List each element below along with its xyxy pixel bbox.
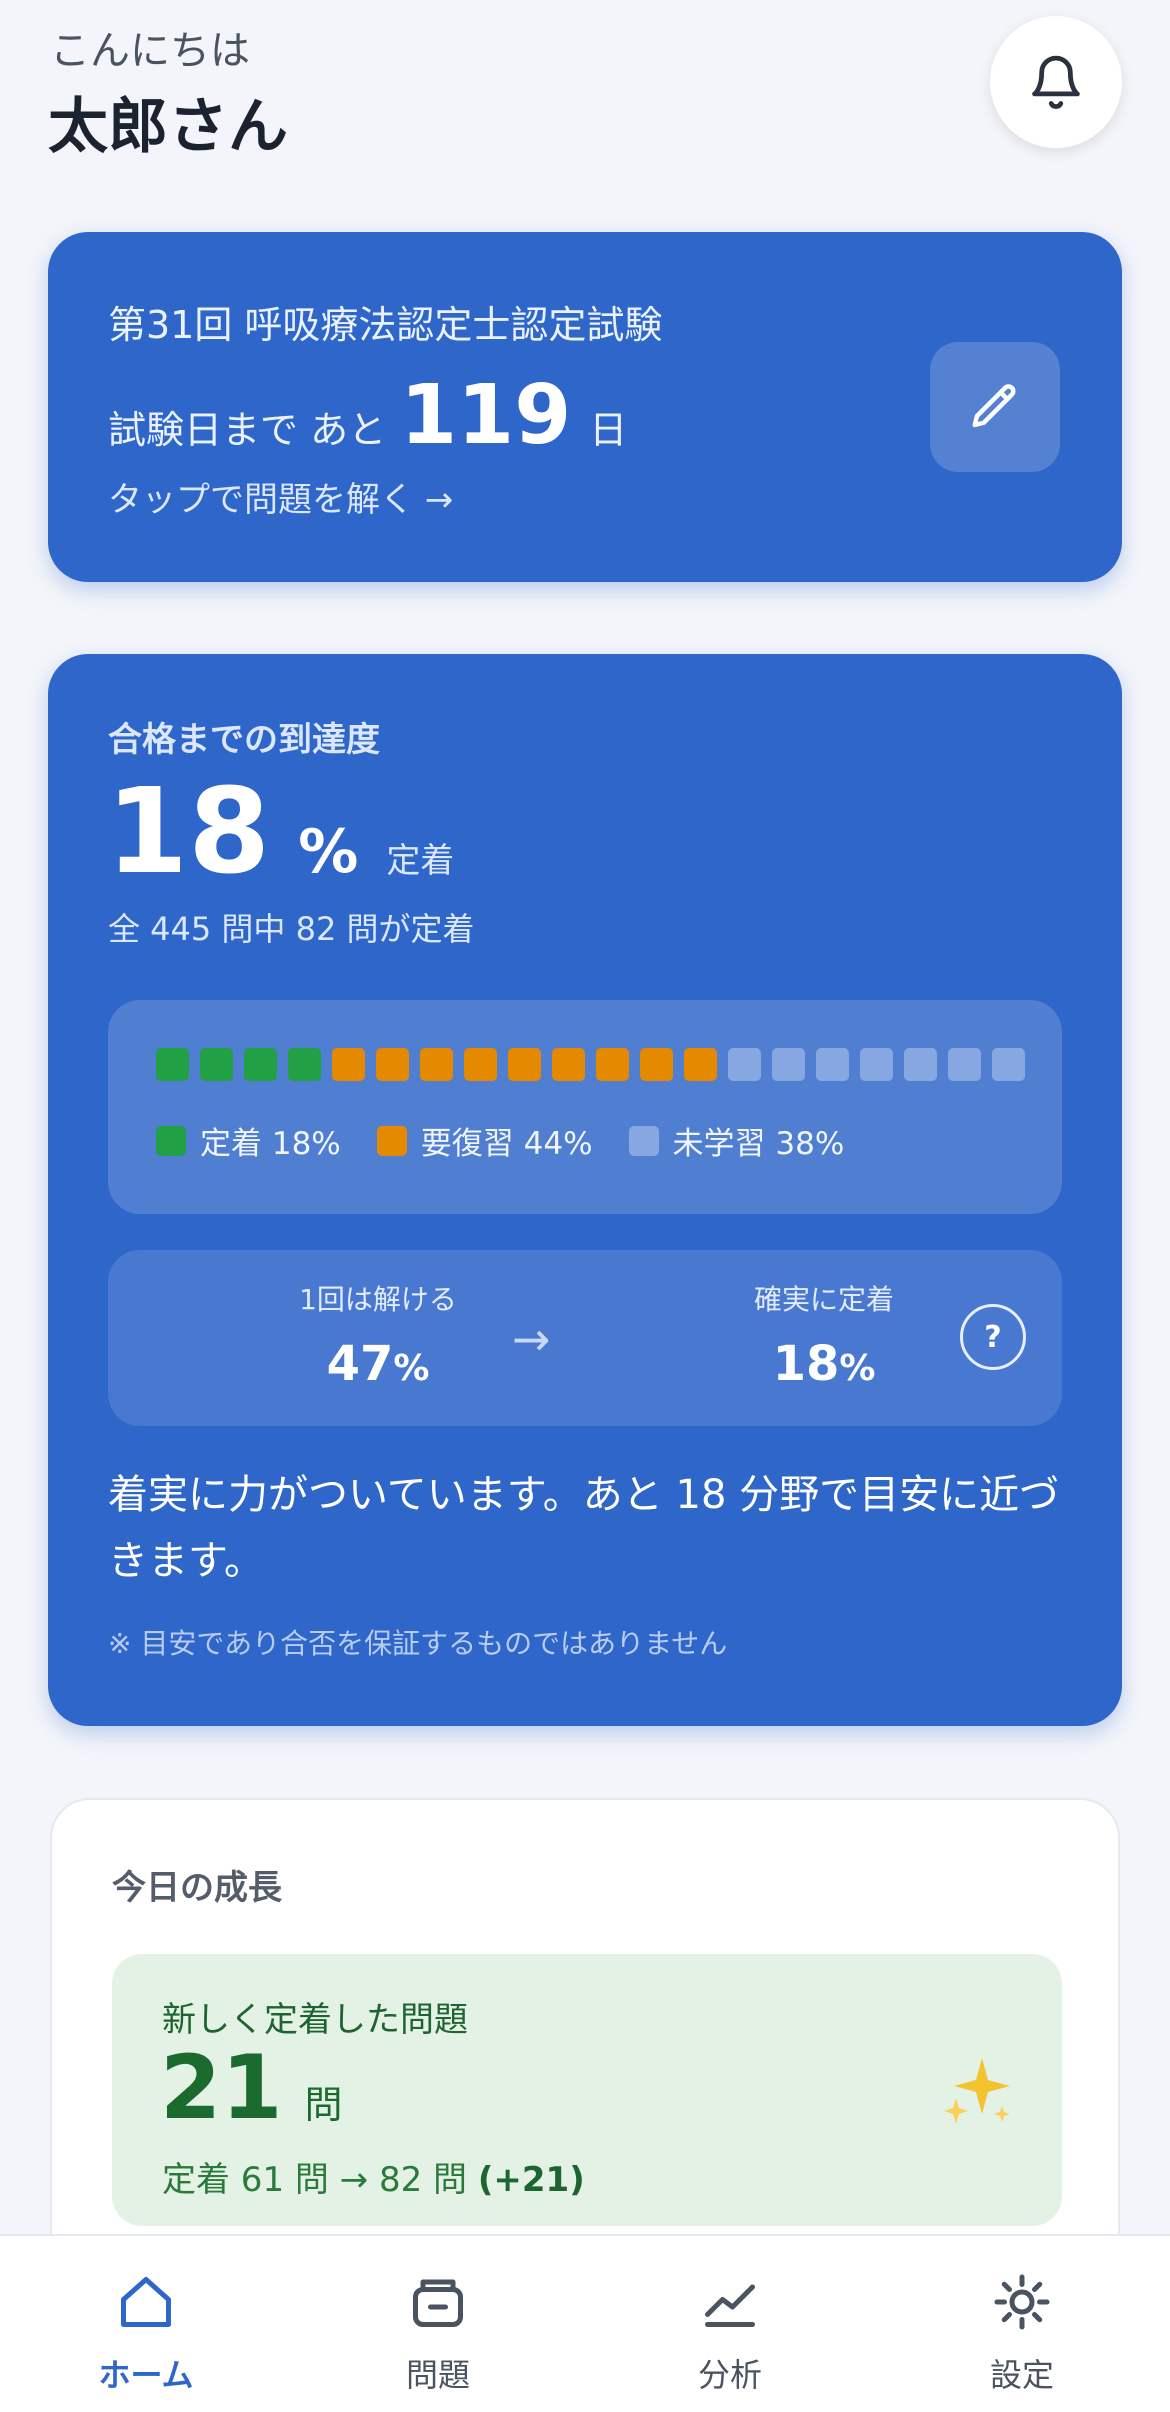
segment-review — [640, 1048, 673, 1081]
question-box-icon — [413, 2279, 463, 2327]
chart-line-icon — [705, 2284, 755, 2327]
surely-mastered-value: 18% — [772, 1336, 876, 1392]
can-solve-once-value: 47% — [326, 1336, 430, 1392]
mastery-segment-bar — [156, 1048, 1025, 1081]
new-mastered-count-value: 21 — [160, 2036, 283, 2139]
exam-countdown: 試験日まで あと 119 日 — [108, 368, 627, 463]
can-solve-once-stat: 1回は解ける 47% — [248, 1278, 508, 1392]
legend-review: 要復習 44% — [376, 1118, 593, 1163]
countdown-days: 119 — [400, 368, 572, 463]
gear-icon — [994, 2274, 1050, 2330]
greeting-text: こんにちは — [50, 28, 250, 74]
legend-mastered: 定着 18% — [156, 1118, 341, 1163]
notification-button[interactable] — [990, 16, 1122, 148]
bell-icon — [1032, 55, 1080, 109]
username-heading: 太郎さん — [48, 92, 288, 162]
mastery-breakdown-panel: 定着 18% 要復習 44% 未学習 38% — [108, 1000, 1062, 1214]
nav-analysis[interactable]: 分析 — [630, 2272, 830, 2396]
nav-questions-label: 問題 — [405, 2356, 470, 2394]
nav-home[interactable]: ホーム — [46, 2272, 246, 2396]
can-solve-once-caption: 1回は解ける — [299, 1283, 457, 1316]
encouragement-message: 着実に力がついています。あと 18 分野で目安に近づきます。 — [108, 1472, 1060, 1584]
segment-review — [376, 1048, 409, 1081]
segment-unlearned — [860, 1048, 893, 1081]
new-mastered-count: 21 問 — [160, 2036, 342, 2139]
nav-questions[interactable]: 問題 — [338, 2272, 538, 2396]
segment-review — [552, 1048, 585, 1081]
progress-card: 合格までの到達度 18 % 定着 全 445 問中 82 問が定着 定着 18%… — [48, 654, 1122, 1726]
progress-label: 合格までの到達度 — [108, 720, 380, 760]
home-screen: こんにちは 太郎さん 第31回 呼吸療法認定士認定試験 試験日まで あと 119… — [0, 0, 1170, 2412]
progress-percent-label: 定着 — [386, 841, 455, 881]
mastered-delta-text: 定着 61 問 → 82 問 — [162, 2160, 468, 2200]
tap-to-solve-hint: タップで問題を解く → — [108, 480, 454, 520]
countdown-prefix: 試験日まで あと — [108, 408, 387, 452]
new-mastered-caption: 新しく定着した問題 — [162, 2000, 468, 2040]
legend-review-swatch — [376, 1125, 407, 1156]
segment-unlearned — [948, 1048, 981, 1081]
pencil-icon — [972, 384, 1016, 428]
sparkles-icon — [944, 2058, 1010, 2124]
segment-review — [596, 1048, 629, 1081]
legend-mastered-swatch — [156, 1125, 186, 1156]
exam-countdown-card[interactable]: 第31回 呼吸療法認定士認定試験 試験日まで あと 119 日 タップで問題を解… — [48, 232, 1122, 582]
segment-review — [464, 1048, 497, 1081]
segment-unlearned — [992, 1048, 1025, 1081]
segment-mastered — [244, 1048, 277, 1081]
edit-exam-button[interactable] — [930, 342, 1060, 472]
surely-mastered-stat: 確実に定着 18% — [694, 1278, 954, 1392]
nav-settings[interactable]: 設定 — [922, 2272, 1122, 2396]
nav-analysis-label: 分析 — [697, 2356, 762, 2394]
mastery-legend: 定着 18% 要復習 44% 未学習 38% — [156, 1118, 880, 1163]
disclaimer-note: ※ 目安であり合否を保証するものではありません — [108, 1627, 728, 1660]
today-growth-card: 今日の成長 新しく定着した問題 21 問 定着 61 問 → 82 問 (+21… — [50, 1798, 1120, 2298]
nav-home-label: ホーム — [98, 2356, 194, 2394]
legend-unlearned: 未学習 38% — [628, 1118, 845, 1163]
mastered-delta-badge: (+21) — [477, 2160, 585, 2200]
right-arrow-icon: → — [512, 1312, 551, 1366]
progress-percent-sign: % — [298, 817, 359, 887]
nav-settings-label: 設定 — [989, 2356, 1054, 2394]
solve-vs-master-panel: 1回は解ける 47% → 確実に定着 18% ? — [108, 1250, 1062, 1426]
segment-review — [508, 1048, 541, 1081]
segment-unlearned — [816, 1048, 849, 1081]
segment-unlearned — [728, 1048, 761, 1081]
legend-mastered-label: 定着 18% — [200, 1126, 341, 1162]
bottom-navigation: ホーム 問題 分析 設定 — [0, 2234, 1170, 2412]
today-growth-title: 今日の成長 — [112, 1868, 282, 1908]
help-button[interactable]: ? — [960, 1304, 1026, 1370]
new-mastered-box: 新しく定着した問題 21 問 定着 61 問 → 82 問 (+21) — [112, 1954, 1062, 2226]
segment-unlearned — [772, 1048, 805, 1081]
legend-review-label: 要復習 44% — [420, 1126, 593, 1162]
legend-unlearned-swatch — [628, 1125, 659, 1156]
segment-review — [420, 1048, 453, 1081]
exam-title: 第31回 呼吸療法認定士認定試験 — [108, 303, 663, 347]
home-icon — [121, 2277, 171, 2327]
mastered-delta: 定着 61 問 → 82 問 (+21) — [162, 2152, 585, 2201]
progress-percent: 18 % 定着 — [106, 762, 454, 900]
segment-review — [332, 1048, 365, 1081]
segment-review — [684, 1048, 717, 1081]
segment-unlearned — [904, 1048, 937, 1081]
progress-percent-value: 18 — [106, 762, 271, 900]
segment-mastered — [200, 1048, 233, 1081]
countdown-unit: 日 — [589, 408, 628, 452]
progress-summary: 全 445 問中 82 問が定着 — [108, 910, 475, 948]
new-mastered-count-unit: 問 — [304, 2083, 343, 2127]
legend-unlearned-label: 未学習 38% — [672, 1126, 845, 1162]
segment-mastered — [156, 1048, 189, 1081]
surely-mastered-caption: 確実に定着 — [753, 1283, 894, 1316]
segment-mastered — [288, 1048, 321, 1081]
